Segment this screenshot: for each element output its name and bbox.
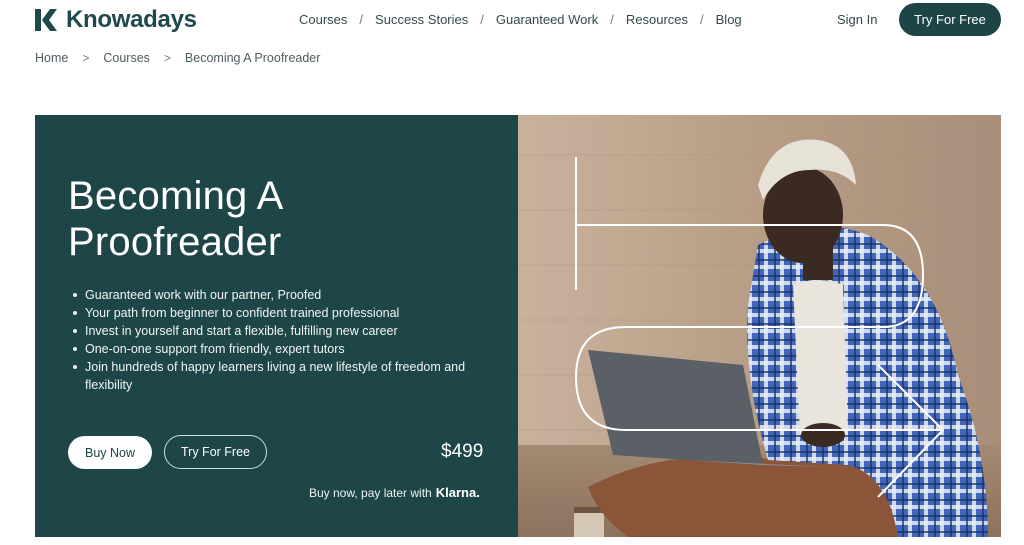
student-with-laptop-image: [518, 115, 1001, 537]
nav-item-blog[interactable]: Blog: [716, 12, 742, 27]
nav-separator: /: [359, 12, 364, 27]
main-nav: Courses / Success Stories / Guaranteed W…: [299, 12, 742, 27]
try-for-free-button[interactable]: Try For Free: [899, 3, 1001, 36]
pay-later-text: Buy now, pay later with: [309, 486, 432, 500]
nav-item-guaranteed-work[interactable]: Guaranteed Work: [496, 12, 598, 27]
nav-separator: /: [480, 12, 484, 27]
knowadays-logo-icon: [35, 9, 57, 31]
hero-try-for-free-button[interactable]: Try For Free: [164, 435, 267, 469]
breadcrumb-home[interactable]: Home: [35, 51, 68, 65]
breadcrumb: Home > Courses > Becoming A Proofreader: [35, 51, 320, 65]
hero-banner: Becoming A Proofreader Guaranteed work w…: [35, 115, 1001, 537]
nav-separator: /: [700, 12, 704, 27]
brand-name: Knowadays: [66, 6, 197, 33]
breadcrumb-separator-icon: >: [163, 51, 171, 65]
breadcrumb-separator-icon: >: [82, 51, 90, 65]
hero-title-line1: Becoming A: [68, 174, 284, 218]
breadcrumb-current: Becoming A Proofreader: [184, 51, 321, 65]
hero-title-line2: Proofreader: [68, 220, 282, 264]
course-price: $499: [441, 441, 484, 462]
bullet-item: Guaranteed work with our partner, Proofe…: [73, 286, 493, 304]
buy-now-button[interactable]: Buy Now: [68, 436, 152, 469]
sign-in-link[interactable]: Sign In: [837, 12, 877, 27]
nav-item-resources[interactable]: Resources: [626, 12, 688, 27]
nav-item-success-stories[interactable]: Success Stories: [375, 12, 468, 27]
nav-item-courses[interactable]: Courses: [299, 12, 347, 27]
hero-content-panel: Becoming A Proofreader Guaranteed work w…: [35, 115, 518, 537]
hero-bullet-list: Guaranteed work with our partner, Proofe…: [73, 286, 493, 394]
klarna-logo[interactable]: Klarna.: [436, 485, 480, 500]
bullet-item: Invest in yourself and start a flexible,…: [73, 322, 493, 340]
site-header: Knowadays Courses / Success Stories / Gu…: [0, 0, 1024, 40]
pay-later-note: Buy now, pay later with Klarna.: [309, 485, 480, 500]
nav-separator: /: [610, 12, 614, 27]
logo[interactable]: Knowadays: [34, 6, 197, 34]
bullet-item: One-on-one support from friendly, expert…: [73, 340, 493, 358]
breadcrumb-courses[interactable]: Courses: [103, 51, 150, 65]
bullet-item: Join hundreds of happy learners living a…: [73, 358, 493, 394]
hero-title: Becoming A Proofreader: [68, 173, 488, 265]
bullet-item: Your path from beginner to confident tra…: [73, 304, 493, 322]
hero-image-panel: [518, 115, 1001, 537]
